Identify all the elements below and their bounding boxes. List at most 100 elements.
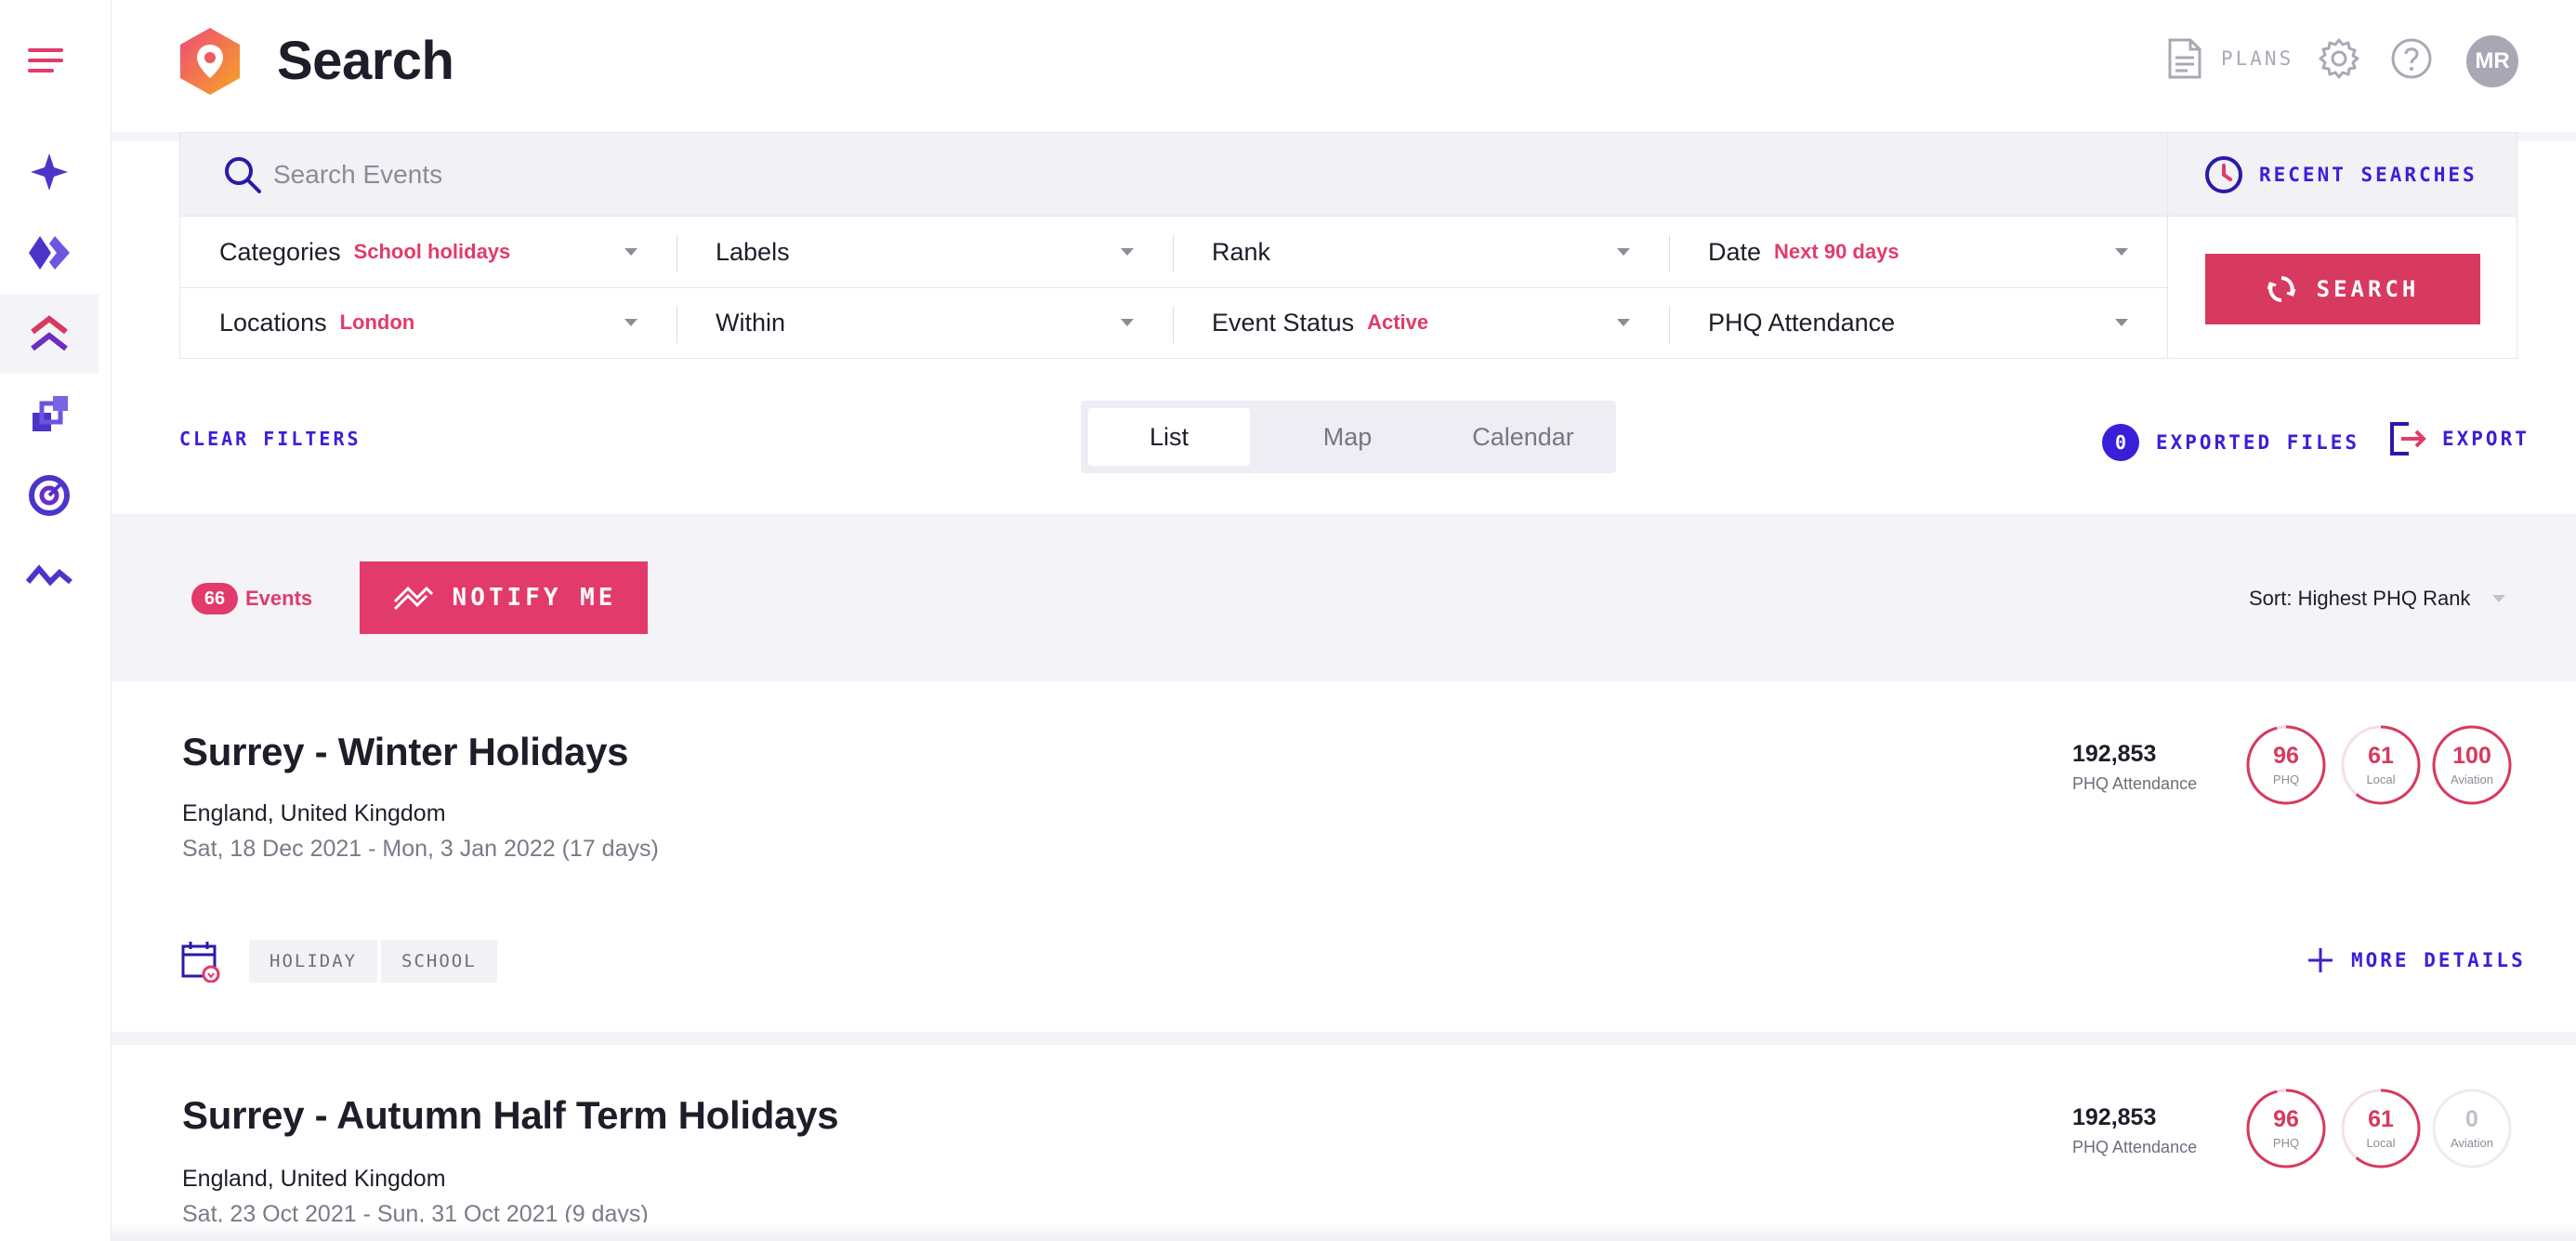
more-details-button[interactable]: MORE DETAILS bbox=[2307, 946, 2526, 974]
filter-date-label: Date bbox=[1708, 237, 1762, 266]
event-dates: Sat, 18 Dec 2021 - Mon, 3 Jan 2022 (17 d… bbox=[182, 836, 659, 862]
sidebar-item-diamond[interactable] bbox=[0, 213, 99, 293]
events-count: 66 Events bbox=[191, 583, 312, 614]
export-label: EXPORT bbox=[2442, 428, 2530, 450]
gear-icon[interactable] bbox=[2318, 37, 2360, 80]
chevrons-up-icon bbox=[31, 315, 68, 351]
filter-categories-label: Categories bbox=[219, 237, 341, 266]
plus-icon bbox=[2308, 948, 2333, 972]
filter-labels-label: Labels bbox=[716, 237, 790, 266]
chevron-down-icon bbox=[2115, 319, 2128, 326]
event-card: Surrey - Winter Holidays England, United… bbox=[112, 681, 2576, 1032]
sort-dropdown[interactable]: Sort: Highest PHQ Rank bbox=[2249, 587, 2506, 611]
filter-row-divider bbox=[180, 287, 2167, 288]
clear-filters-link[interactable]: CLEAR FILTERS bbox=[179, 428, 361, 450]
rank-phq-value: 96 bbox=[2273, 1106, 2299, 1132]
tab-calendar[interactable]: Calendar bbox=[1438, 408, 1609, 466]
rank-phq-label: PHQ bbox=[2272, 1136, 2300, 1150]
filter-date-value: Next 90 days bbox=[1774, 240, 1899, 263]
rank-local: 61 Local bbox=[2340, 1088, 2422, 1169]
filter-divider bbox=[1173, 235, 1174, 272]
filter-labels[interactable]: Labels bbox=[677, 217, 1173, 287]
filter-event-status[interactable]: Event Status Active bbox=[1173, 287, 1669, 358]
bottom-fade bbox=[112, 1222, 2576, 1241]
event-title[interactable]: Surrey - Autumn Half Term Holidays bbox=[182, 1093, 839, 1138]
target-icon bbox=[29, 475, 70, 516]
sparkle-icon bbox=[31, 153, 68, 191]
filter-attendance[interactable]: PHQ Attendance bbox=[1669, 287, 2167, 358]
clock-history-icon bbox=[2205, 156, 2242, 193]
search-input[interactable] bbox=[273, 150, 2113, 200]
tab-map[interactable]: Map bbox=[1267, 408, 1428, 466]
sidebar-item-sparkle[interactable] bbox=[0, 132, 99, 212]
tag-label: HOLIDAY bbox=[249, 940, 378, 983]
tab-list[interactable]: List bbox=[1088, 408, 1250, 466]
more-details-label: MORE DETAILS bbox=[2351, 949, 2526, 971]
hamburger-menu-icon[interactable] bbox=[28, 48, 63, 73]
filter-categories[interactable]: Categories School holidays bbox=[180, 217, 677, 287]
sidebar-item-stacked[interactable] bbox=[0, 375, 99, 455]
exported-count-badge: 0 bbox=[2102, 424, 2139, 461]
rank-phq-value: 96 bbox=[2273, 743, 2299, 769]
chevron-down-icon bbox=[1617, 248, 1630, 256]
filter-grid: Categories School holidays Labels Rank D… bbox=[180, 217, 2167, 358]
notify-me-button[interactable]: NOTIFY ME bbox=[360, 561, 648, 634]
sort-label: Sort: Highest PHQ Rank bbox=[2249, 587, 2471, 610]
search-button-label: SEARCH bbox=[2316, 276, 2420, 302]
events-count-label: Events bbox=[245, 587, 313, 610]
refresh-icon bbox=[2267, 276, 2296, 302]
filter-event-status-value: Active bbox=[1367, 310, 1429, 334]
filter-attendance-label: PHQ Attendance bbox=[1708, 308, 1896, 337]
diamond-icon bbox=[29, 236, 70, 270]
wave-icon bbox=[26, 564, 72, 587]
search-input-wrap bbox=[180, 133, 2167, 217]
rank-aviation-label: Aviation bbox=[2450, 772, 2493, 786]
card-separator bbox=[112, 1032, 2576, 1045]
plans-link[interactable]: PLANS bbox=[2167, 37, 2293, 80]
rank-aviation-label: Aviation bbox=[2450, 1136, 2493, 1150]
chevron-down-icon bbox=[1617, 319, 1630, 326]
search-icon bbox=[225, 157, 261, 193]
filter-locations[interactable]: Locations London bbox=[180, 287, 677, 358]
filter-locations-label: Locations bbox=[219, 308, 327, 337]
rank-local-value: 61 bbox=[2368, 1106, 2394, 1132]
recent-searches-label: RECENT SEARCHES bbox=[2259, 164, 2477, 186]
chevron-down-icon bbox=[2115, 248, 2128, 256]
plans-label: PLANS bbox=[2221, 47, 2294, 70]
sidebar-item-wave[interactable] bbox=[0, 536, 99, 616]
sidebar-item-chevrons[interactable] bbox=[0, 294, 99, 374]
filter-locations-value: London bbox=[339, 310, 415, 334]
attendance-label: PHQ Attendance bbox=[2072, 1138, 2198, 1156]
filter-rank-label: Rank bbox=[1212, 237, 1271, 266]
event-title[interactable]: Surrey - Winter Holidays bbox=[182, 730, 629, 774]
rank-local-value: 61 bbox=[2368, 743, 2394, 769]
page-title: Search bbox=[277, 31, 454, 91]
recent-searches-button[interactable]: RECENT SEARCHES bbox=[2167, 133, 2517, 217]
top-header: Search PLANS MR bbox=[112, 0, 2576, 132]
search-button[interactable]: SEARCH bbox=[2205, 254, 2480, 324]
filter-rank[interactable]: Rank bbox=[1173, 217, 1669, 287]
filter-date[interactable]: Date Next 90 days bbox=[1669, 217, 2167, 287]
exported-files-link[interactable]: 0 EXPORTED FILES bbox=[2102, 424, 2359, 461]
help-icon[interactable] bbox=[2390, 37, 2433, 80]
rank-phq-label: PHQ bbox=[2272, 772, 2300, 786]
chevron-down-icon bbox=[624, 319, 637, 326]
filter-divider bbox=[1669, 306, 1670, 343]
rank-aviation: 100 Aviation bbox=[2431, 724, 2513, 806]
rank-aviation: 0 Aviation bbox=[2431, 1088, 2513, 1169]
rank-local-label: Local bbox=[2366, 1136, 2396, 1150]
attendance-label: PHQ Attendance bbox=[2072, 774, 2198, 793]
stacked-squares-icon bbox=[33, 396, 68, 431]
filter-within-label: Within bbox=[716, 308, 786, 337]
export-icon bbox=[2390, 422, 2426, 455]
search-panel: RECENT SEARCHES Categories School holida… bbox=[179, 132, 2517, 359]
filter-divider bbox=[1669, 235, 1670, 272]
rank-phq: 96 PHQ bbox=[2245, 1088, 2327, 1169]
export-button[interactable]: EXPORT bbox=[2388, 420, 2530, 457]
exported-files-label: EXPORTED FILES bbox=[2156, 431, 2360, 454]
filter-within[interactable]: Within bbox=[677, 287, 1173, 358]
sidebar bbox=[0, 0, 112, 1241]
events-count-badge: 66 bbox=[191, 583, 238, 614]
sidebar-item-target[interactable] bbox=[0, 455, 99, 535]
user-avatar[interactable]: MR bbox=[2466, 35, 2518, 87]
